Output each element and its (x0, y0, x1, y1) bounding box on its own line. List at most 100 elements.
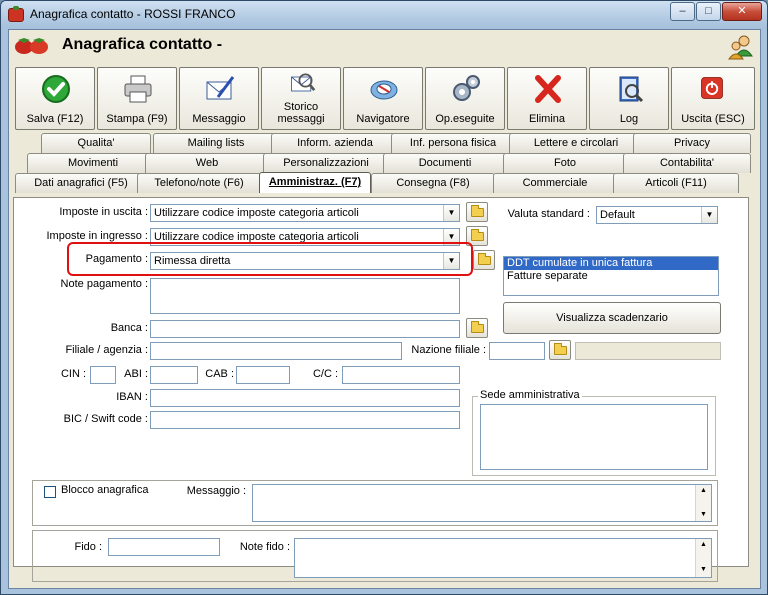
operations-button[interactable]: Op.eseguite (425, 67, 505, 130)
save-button[interactable]: Salva (F12) (15, 67, 95, 130)
tab-inform-azienda[interactable]: Inform. azienda (271, 133, 399, 153)
tab-telefono-note[interactable]: Telefono/note (F6) (137, 173, 261, 193)
pagamento-label: Pagamento : (85, 253, 148, 265)
filiale-input[interactable] (150, 342, 402, 360)
abi-label: ABI : (124, 368, 148, 380)
bic-input[interactable] (150, 411, 460, 429)
banca-input[interactable] (150, 320, 460, 338)
delete-button[interactable]: Elimina (507, 67, 587, 130)
tab-contabilita[interactable]: Contabilita' (623, 153, 751, 173)
folder-icon (554, 343, 567, 355)
navigator-button[interactable]: Navigatore (343, 67, 423, 130)
blocco-checkbox[interactable] (44, 486, 56, 498)
message-history-label: Storico messaggi (277, 101, 325, 125)
imposte-uscita-value: Utilizzare codice imposte categoria arti… (154, 207, 359, 219)
note-fido-scrollbar[interactable]: ▲ ▼ (695, 539, 711, 577)
ddt-option-cumulate[interactable]: DDT cumulate in unica fattura (504, 257, 718, 270)
delete-label: Elimina (528, 113, 566, 125)
tab-web[interactable]: Web (145, 153, 269, 173)
valuta-value: Default (600, 209, 635, 221)
header-bar: Anagrafica contatto - (9, 30, 760, 62)
log-label: Log (619, 113, 639, 125)
message-history-button[interactable]: Storico messaggi (261, 67, 341, 130)
navigator-label: Navigatore (356, 113, 410, 125)
chevron-down-icon[interactable]: ▼ (443, 205, 459, 221)
exit-button[interactable]: Uscita (ESC) (671, 67, 755, 130)
exit-icon (701, 77, 723, 99)
banca-folder-button[interactable] (466, 318, 488, 338)
maximize-button[interactable]: □ (696, 2, 721, 21)
nazione-filiale-input[interactable] (489, 342, 545, 360)
folder-icon (471, 321, 484, 333)
chevron-down-icon[interactable]: ▼ (443, 253, 459, 269)
print-label: Stampa (F9) (106, 113, 168, 125)
tab-movimenti[interactable]: Movimenti (27, 153, 159, 173)
tab-documenti[interactable]: Documenti (383, 153, 507, 173)
visualizza-scadenzario-button[interactable]: Visualizza scadenzario (503, 302, 721, 334)
tab-persona-fisica[interactable]: Inf. persona fisica (391, 133, 515, 153)
tab-privacy[interactable]: Privacy (633, 133, 751, 153)
log-button[interactable]: Log (589, 67, 669, 130)
cc-label: C/C : (312, 368, 338, 380)
tab-consegna[interactable]: Consegna (F8) (371, 173, 495, 193)
tab-dati-anagrafici[interactable]: Dati anagrafici (F5) (15, 173, 147, 193)
tab-qualita[interactable]: Qualita' (41, 133, 151, 153)
abi-input[interactable] (150, 366, 198, 384)
messaggio-textarea[interactable]: ▲ ▼ (252, 484, 712, 522)
sede-amministrativa-label: Sede amministrativa (478, 389, 582, 401)
minimize-button[interactable]: – (670, 2, 695, 21)
delete-icon (535, 75, 561, 103)
tab-amministrazione[interactable]: Amministraz. (F7) (259, 172, 371, 193)
printer-icon (124, 75, 152, 103)
tab-personalizzazioni[interactable]: Personalizzazioni (263, 153, 389, 173)
print-button[interactable]: Stampa (F9) (97, 67, 177, 130)
cab-input[interactable] (236, 366, 290, 384)
title-bar[interactable]: Anagrafica contatto - ROSSI FRANCO – □ ✕ (1, 1, 767, 29)
amministrazione-panel: Imposte in uscita : Utilizzare codice im… (13, 197, 749, 582)
log-icon (619, 76, 644, 103)
imposte-uscita-select[interactable]: Utilizzare codice imposte categoria arti… (150, 204, 460, 222)
cin-label: CIN : (60, 368, 86, 380)
tab-articoli[interactable]: Articoli (F11) (613, 173, 739, 193)
note-pagamento-textarea[interactable] (150, 278, 460, 314)
iban-input[interactable] (150, 389, 460, 407)
messaggio-label: Messaggio : (186, 485, 246, 497)
message-button[interactable]: Messaggio (179, 67, 259, 130)
chevron-down-icon[interactable]: ▼ (701, 207, 717, 223)
folder-icon (478, 253, 491, 265)
imposte-uscita-label: Imposte in uscita : (59, 206, 148, 218)
users-icon[interactable] (728, 34, 754, 60)
close-button[interactable]: ✕ (722, 2, 762, 21)
gears-icon (453, 75, 480, 101)
nazione-filiale-description (575, 342, 721, 360)
sede-amministrativa-textarea[interactable] (480, 404, 708, 470)
navigator-icon (370, 80, 398, 100)
window-title: Anagrafica contatto - ROSSI FRANCO (30, 7, 236, 21)
tab-commerciale[interactable]: Commerciale (493, 173, 617, 193)
blocco-label: Blocco anagrafica (61, 484, 149, 496)
imposte-uscita-folder-button[interactable] (466, 202, 488, 222)
pagamento-select[interactable]: Rimessa diretta ▼ (150, 252, 460, 270)
cc-input[interactable] (342, 366, 460, 384)
pagamento-value: Rimessa diretta (154, 255, 231, 267)
message-icon (206, 76, 235, 100)
nazione-filiale-folder-button[interactable] (549, 340, 571, 360)
ddt-listbox[interactable]: DDT cumulate in unica fattura Fatture se… (503, 256, 719, 296)
cin-input[interactable] (90, 366, 116, 384)
messaggio-scrollbar[interactable]: ▲ ▼ (695, 485, 711, 521)
tab-mailing-lists[interactable]: Mailing lists (153, 133, 279, 153)
tab-lettere-circolari[interactable]: Lettere e circolari (509, 133, 643, 153)
imposte-ingresso-label: Imposte in ingresso : (46, 230, 149, 242)
valuta-label: Valuta standard : (507, 208, 590, 220)
note-fido-textarea[interactable]: ▲ ▼ (294, 538, 712, 578)
operations-label: Op.eseguite (435, 113, 495, 125)
tab-foto[interactable]: Foto (503, 153, 627, 173)
folder-icon (471, 229, 484, 241)
tab-strip: Qualita' Mailing lists Inform. azienda I… (9, 133, 760, 197)
fido-input[interactable] (108, 538, 220, 556)
note-fido-label: Note fido : (239, 541, 290, 553)
pagamento-folder-button[interactable] (473, 250, 495, 270)
ddt-option-separate[interactable]: Fatture separate (504, 270, 718, 283)
strawberry-icon (15, 38, 48, 54)
valuta-select[interactable]: Default ▼ (596, 206, 718, 224)
